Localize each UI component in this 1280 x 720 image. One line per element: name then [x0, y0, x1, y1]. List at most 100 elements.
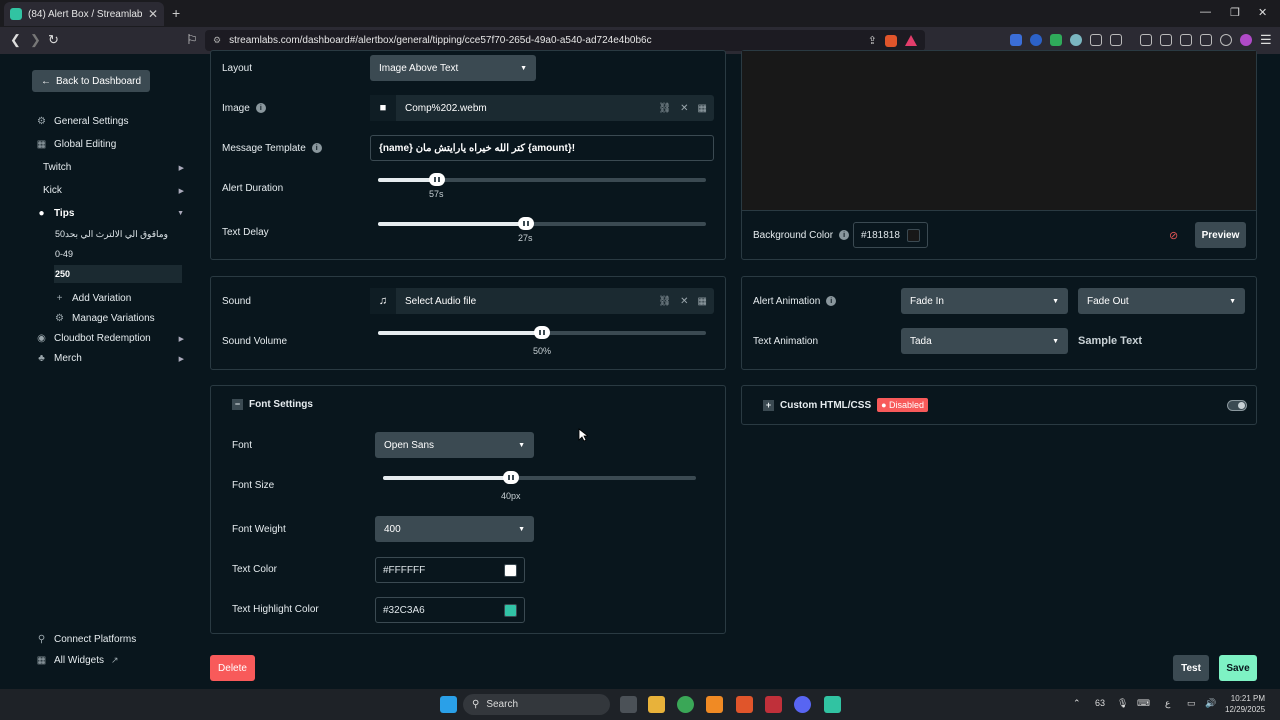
font-settings-header[interactable]: − Font Settings — [232, 396, 313, 412]
discord-icon[interactable] — [794, 696, 811, 713]
share-icon[interactable]: ⇪ — [868, 34, 877, 47]
sidebar-item-kick[interactable]: Kick ▶ — [43, 185, 184, 196]
profile-avatar-icon[interactable] — [1240, 34, 1252, 46]
sidebar-item-general-settings[interactable]: ⚙ General Settings — [36, 116, 184, 127]
slider-handle[interactable] — [429, 173, 445, 186]
windows-start-icon[interactable] — [440, 696, 457, 713]
keyboard-icon[interactable]: ⌨ — [1137, 698, 1150, 709]
test-button[interactable]: Test — [1173, 655, 1209, 681]
extensions-puzzle-icon[interactable] — [1090, 34, 1102, 46]
info-icon[interactable]: i — [311, 143, 322, 153]
image-file-input[interactable]: ■ Comp%202.webm ⛓ ✕ ▦ — [370, 95, 714, 121]
brave-rewards-icon[interactable] — [905, 35, 917, 46]
font-size-slider[interactable] — [383, 471, 696, 484]
background-color-input[interactable]: #181818 — [853, 222, 928, 248]
file-explorer-icon[interactable] — [648, 696, 665, 713]
wallet-icon[interactable] — [1180, 34, 1192, 46]
link-icon[interactable]: ⛓ — [658, 296, 671, 307]
app-icon[interactable] — [706, 696, 723, 713]
network-icon[interactable]: ▭ — [1187, 698, 1196, 709]
brave-shields-icon[interactable] — [885, 34, 897, 47]
music-icon[interactable] — [1140, 34, 1152, 46]
text-color-input[interactable]: #FFFFFF — [375, 557, 525, 583]
font-select[interactable]: Open Sans ▼ — [375, 432, 534, 458]
sidebar-item-global-editing[interactable]: ▦ Global Editing — [36, 139, 184, 150]
text-highlight-color-input[interactable]: #32C3A6 — [375, 597, 525, 623]
sidebar-item-twitch[interactable]: Twitch ▶ — [43, 162, 184, 173]
collapse-icon[interactable]: − — [232, 398, 243, 410]
alert-animation-in-select[interactable]: Fade In ▼ — [901, 288, 1068, 314]
voicemeeter-icon[interactable] — [765, 696, 782, 713]
new-tab-icon[interactable]: + — [172, 5, 180, 21]
chrome-icon[interactable] — [677, 696, 694, 713]
site-settings-icon[interactable]: ⚙ — [213, 35, 221, 46]
extension-icon[interactable] — [1010, 34, 1022, 46]
text-animation-select[interactable]: Tada ▼ — [901, 328, 1068, 354]
color-swatch[interactable] — [504, 563, 517, 577]
sound-file-input[interactable]: ♫ Select Audio file ⛓ ✕ ▦ — [370, 288, 714, 314]
sound-volume-slider[interactable] — [378, 326, 706, 339]
hide-preview-icon[interactable]: ⊘ — [1169, 229, 1178, 242]
bookmark-icon[interactable]: ⚐ — [186, 32, 198, 48]
gallery-icon[interactable]: ▦ — [698, 296, 707, 307]
task-view-icon[interactable] — [620, 696, 637, 713]
close-window-icon[interactable]: ✕ — [1258, 6, 1267, 19]
address-bar[interactable]: ⚙ streamlabs.com/dashboard#/alertbox/gen… — [205, 30, 925, 51]
slider-handle[interactable] — [534, 326, 550, 339]
info-icon[interactable]: i — [839, 230, 850, 240]
leo-ai-icon[interactable] — [1200, 34, 1212, 46]
add-variation-button[interactable]: + Add Variation — [54, 293, 184, 304]
taskbar-search[interactable]: ⚲ Search — [463, 694, 610, 715]
alert-animation-out-select[interactable]: Fade Out ▼ — [1078, 288, 1245, 314]
tray-overflow-icon[interactable]: ⌃ — [1073, 698, 1081, 709]
preview-button[interactable]: Preview — [1195, 222, 1246, 248]
streamlabs-icon[interactable] — [824, 696, 841, 713]
reload-icon[interactable]: ↻ — [48, 32, 59, 48]
gallery-icon[interactable]: ▦ — [698, 103, 707, 114]
close-icon[interactable]: ✕ — [680, 103, 688, 114]
info-icon[interactable]: i — [826, 296, 837, 306]
forward-icon[interactable]: ❯ — [30, 32, 41, 48]
sidebar-icon[interactable] — [1160, 34, 1172, 46]
variation-item-active[interactable]: 250 — [54, 265, 182, 283]
all-widgets-link[interactable]: ▦ All Widgets ↗ — [36, 655, 184, 666]
message-template-input[interactable]: {name} كتر الله خيراه يارايتش مان {amoun… — [370, 135, 714, 161]
maximize-icon[interactable]: ❐ — [1230, 6, 1240, 19]
expand-icon[interactable]: + — [763, 399, 774, 411]
back-to-dashboard-button[interactable]: ← Back to Dashboard — [32, 70, 151, 92]
custom-html-css-toggle[interactable] — [1227, 400, 1247, 411]
extension-icon[interactable] — [1070, 34, 1082, 46]
link-icon[interactable]: ⛓ — [658, 103, 671, 114]
minimize-icon[interactable]: — — [1200, 6, 1211, 18]
close-tab-icon[interactable]: ✕ — [148, 7, 158, 21]
save-button[interactable]: Save — [1219, 655, 1257, 681]
shield-extension-icon[interactable] — [1050, 34, 1062, 46]
sidebar-item-cloudbot-redemption[interactable]: ◉ Cloudbot Redemption ▶ — [36, 333, 184, 344]
back-icon[interactable]: ❮ — [10, 32, 21, 48]
alert-duration-slider[interactable] — [378, 173, 706, 186]
color-swatch[interactable] — [907, 228, 920, 242]
language-indicator[interactable]: ع — [1165, 698, 1170, 709]
sidebar-item-merch[interactable]: ♣ Merch ▶ — [36, 353, 184, 364]
manage-variations-button[interactable]: ⚙ Manage Variations — [54, 313, 184, 324]
font-weight-select[interactable]: 400 ▼ — [375, 516, 534, 542]
info-icon[interactable]: i — [255, 103, 266, 113]
color-swatch[interactable] — [504, 603, 517, 617]
delete-button[interactable]: Delete — [210, 655, 255, 681]
menu-icon[interactable]: ☰ — [1260, 32, 1272, 48]
bitwarden-icon[interactable] — [1030, 34, 1042, 46]
volume-icon[interactable]: 🔊 — [1205, 698, 1216, 709]
tab-manager-icon[interactable] — [1110, 34, 1122, 46]
close-icon[interactable]: ✕ — [680, 296, 688, 307]
slider-handle[interactable] — [518, 217, 534, 230]
browser-tab[interactable]: (84) Alert Box / Streamlabs ✕ — [4, 2, 164, 26]
vpn-icon[interactable] — [1220, 34, 1232, 46]
slider-handle[interactable] — [503, 471, 519, 484]
variation-item[interactable]: 0-49 — [54, 245, 184, 263]
sidebar-item-tips[interactable]: ● Tips ▼ — [36, 208, 184, 219]
clock[interactable]: 10:21 PM 12/29/2025 — [1225, 693, 1265, 715]
layout-select[interactable]: Image Above Text ▼ — [370, 55, 536, 81]
custom-html-css-header[interactable]: + Custom HTML/CSS ● Disabled — [763, 397, 929, 413]
microphone-icon[interactable]: 🎙 — [1117, 698, 1128, 709]
variation-item[interactable]: وماقوق الي الالترث الي بحد50 — [54, 225, 184, 243]
